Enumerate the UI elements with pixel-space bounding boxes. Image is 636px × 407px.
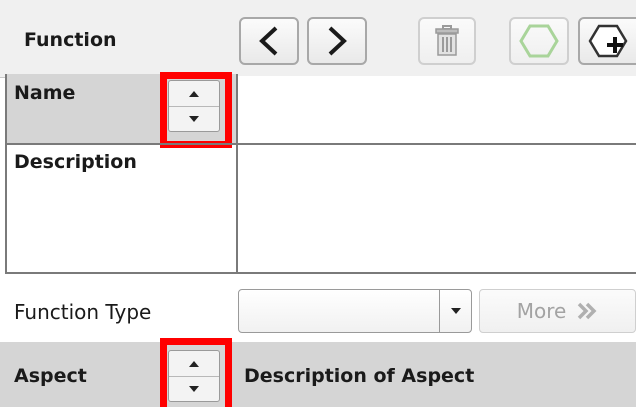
chevron-left-icon: [259, 26, 278, 56]
function-type-dropdown[interactable]: [238, 289, 472, 333]
previous-button[interactable]: [239, 17, 299, 65]
panel-title: Function: [24, 29, 117, 51]
add-hexagon-icon: [588, 24, 628, 58]
chevron-right-icon: [328, 26, 347, 56]
highlight-box: [160, 72, 232, 148]
grid-line: [5, 74, 7, 274]
double-chevron-right-icon: [578, 302, 597, 320]
dropdown-arrow[interactable]: [439, 290, 471, 332]
hexagon-icon: [519, 24, 559, 58]
more-button[interactable]: More: [479, 289, 636, 333]
grid-line: [5, 272, 636, 274]
chevron-down-icon: [450, 308, 461, 314]
grid-line: [5, 143, 636, 145]
aspect-label: Aspect: [14, 365, 87, 387]
function-type-label: Function Type: [14, 300, 152, 324]
grid-line: [236, 74, 238, 274]
more-label: More: [516, 299, 567, 323]
name-label: Name: [14, 82, 76, 104]
aspect-description-header: Description of Aspect: [244, 365, 475, 387]
hexagon-button[interactable]: [509, 17, 569, 65]
add-function-button[interactable]: [578, 17, 636, 65]
description-label: Description: [14, 151, 137, 173]
next-button[interactable]: [307, 17, 367, 65]
trash-icon: [435, 25, 459, 56]
name-input[interactable]: [238, 76, 636, 143]
highlight-box: [160, 338, 232, 407]
description-input[interactable]: [238, 146, 636, 272]
delete-button[interactable]: [418, 17, 476, 65]
